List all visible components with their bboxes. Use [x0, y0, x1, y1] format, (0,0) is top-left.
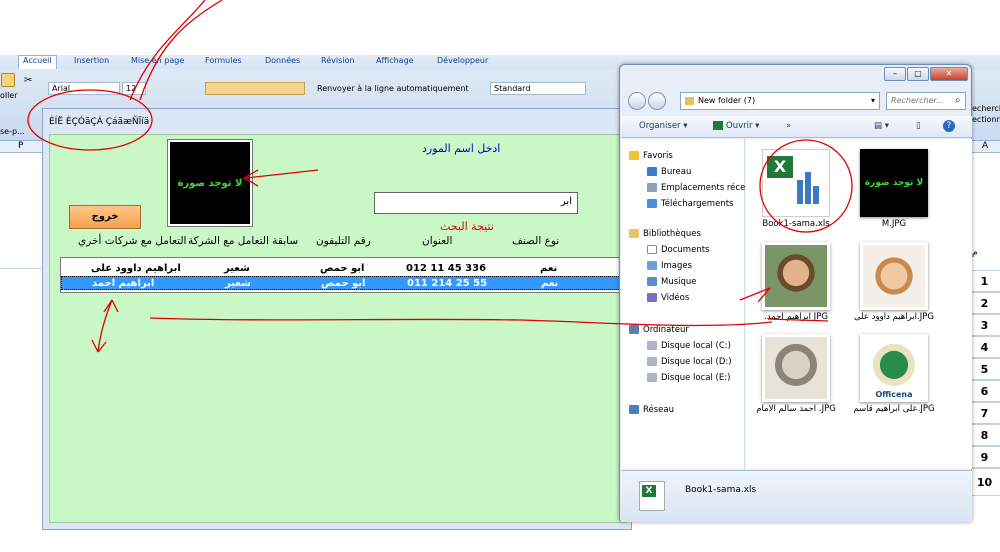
annotation-circle-excel	[759, 139, 853, 233]
annotation-arrow-list	[91, 299, 119, 353]
annotation-overlay	[27, 0, 853, 353]
annotation-stroke	[139, 0, 223, 101]
annotation-arrow-photo	[242, 169, 319, 187]
annotation-arrowhead	[739, 287, 771, 303]
annotation-stroke	[129, 0, 206, 101]
annotation-circle-title	[27, 89, 153, 151]
annotation-underline	[767, 318, 829, 322]
annotation-line	[149, 317, 773, 327]
